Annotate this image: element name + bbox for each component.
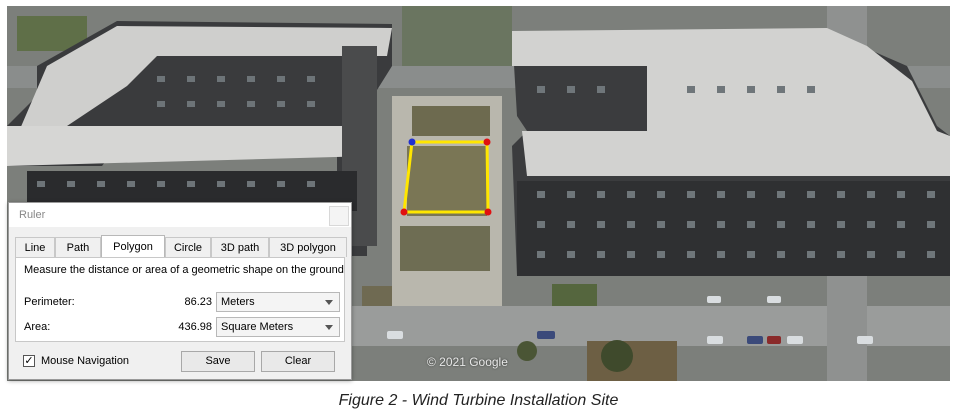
ruler-description: Measure the distance or area of a geomet… xyxy=(24,264,344,276)
tab-polygon[interactable]: Polygon xyxy=(101,235,165,257)
area-label: Area: xyxy=(24,321,51,333)
map-watermark: © 2021 Google xyxy=(427,355,508,369)
tab-circle[interactable]: Circle xyxy=(165,237,211,257)
close-button[interactable] xyxy=(329,206,349,226)
ruler-titlebar[interactable]: Ruler xyxy=(9,203,351,227)
polygon-vertex[interactable] xyxy=(400,208,408,216)
polygon-panel: Measure the distance or area of a geomet… xyxy=(15,257,345,342)
polygon-vertex[interactable] xyxy=(484,208,492,216)
polygon-start-vertex[interactable] xyxy=(408,138,416,146)
area-unit: Square Meters xyxy=(221,321,294,333)
ruler-title: Ruler xyxy=(19,209,46,221)
ruler-tabs: Line Path Polygon Circle 3D path 3D poly… xyxy=(15,235,347,257)
chevron-down-icon xyxy=(325,300,333,305)
perimeter-unit: Meters xyxy=(221,296,255,308)
area-unit-select[interactable]: Square Meters xyxy=(216,317,340,337)
save-button[interactable]: Save xyxy=(181,351,255,372)
mouse-navigation-label[interactable]: Mouse Navigation xyxy=(41,355,129,367)
tab-3d-path[interactable]: 3D path xyxy=(211,237,269,257)
area-value: 436.98 xyxy=(178,321,212,333)
chevron-down-icon xyxy=(325,325,333,330)
perimeter-unit-select[interactable]: Meters xyxy=(216,292,340,312)
tab-3d-polygon[interactable]: 3D polygon xyxy=(269,237,347,257)
mouse-navigation-checkbox[interactable]: ✓ xyxy=(23,355,35,367)
polygon-vertex[interactable] xyxy=(483,138,491,146)
clear-button[interactable]: Clear xyxy=(261,351,335,372)
tab-path[interactable]: Path xyxy=(55,237,101,257)
ruler-dialog: Ruler Line Path Polygon Circle 3D path 3… xyxy=(8,202,352,380)
perimeter-value: 86.23 xyxy=(184,296,212,308)
figure-caption: Figure 2 - Wind Turbine Installation Sit… xyxy=(338,392,619,409)
tab-line[interactable]: Line xyxy=(15,237,55,257)
perimeter-label: Perimeter: xyxy=(24,296,75,308)
